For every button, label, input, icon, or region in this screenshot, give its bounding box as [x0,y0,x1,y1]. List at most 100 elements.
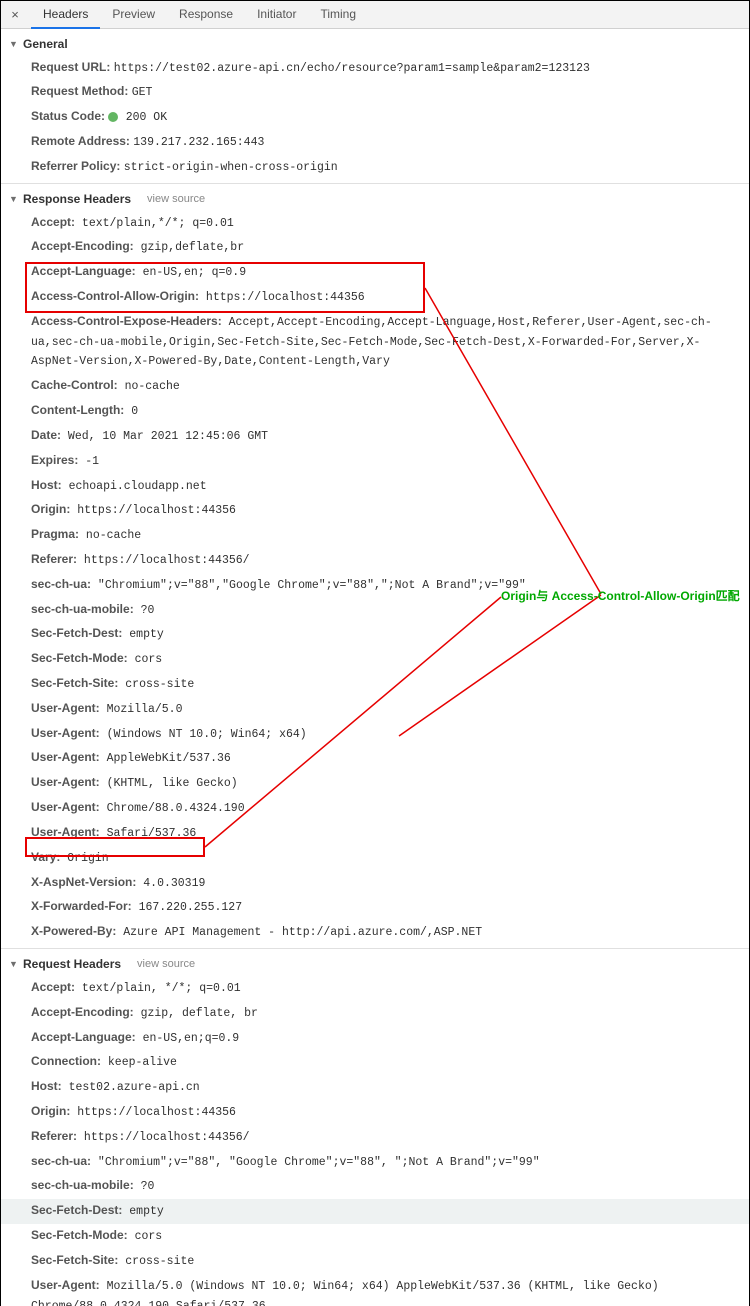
response-header-value: Mozilla/5.0 [100,703,183,716]
view-source-link[interactable]: view source [137,958,195,970]
request-header-row: Accept-Language: en-US,en;q=0.9 [1,1025,749,1050]
response-header-row: Accept-Encoding: gzip,deflate,br [1,235,749,260]
status-code-label: Status Code: [31,109,105,123]
close-icon[interactable]: × [7,7,23,23]
request-headers-section: ▼ Request Headers view source Accept: te… [1,949,749,1306]
response-header-row: Sec-Fetch-Site: cross-site [1,672,749,697]
request-header-row: sec-ch-ua-mobile: ?0 [1,1174,749,1199]
response-header-row: User-Agent: Safari/537.36 [1,820,749,845]
request-headers-title: Request Headers [23,957,121,971]
referrer-policy-row: Referrer Policy: strict-origin-when-cros… [1,154,749,179]
response-header-row: Access-Control-Allow-Origin: https://loc… [1,285,749,310]
request-header-label: sec-ch-ua-mobile: [31,1178,134,1192]
request-header-value: cors [128,1230,163,1243]
response-headers-section: ▼ Response Headers view source Accept: t… [1,184,749,949]
response-header-row: User-Agent: (Windows NT 10.0; Win64; x64… [1,721,749,746]
response-header-label: X-Forwarded-For: [31,899,132,913]
response-header-label: X-AspNet-Version: [31,875,136,889]
response-header-row: User-Agent: Mozilla/5.0 [1,696,749,721]
response-header-label: Sec-Fetch-Mode: [31,651,128,665]
status-ok-icon [108,112,118,122]
response-header-value: Azure API Management - http://api.azure.… [116,926,482,939]
response-header-value: cors [128,653,163,666]
request-header-label: Connection: [31,1054,101,1068]
request-header-value: "Chromium";v="88", "Google Chrome";v="88… [91,1156,540,1169]
response-header-value: Wed, 10 Mar 2021 12:45:06 GMT [61,430,268,443]
request-method-label: Request Method: [31,84,128,98]
general-header[interactable]: ▼ General [1,33,749,55]
chevron-down-icon: ▼ [9,39,19,49]
annotation-text: Origin与 Access-Control-Allow-Origin匹配 [501,587,740,604]
response-header-row: X-AspNet-Version: 4.0.30319 [1,870,749,895]
request-header-label: Origin: [31,1104,70,1118]
response-header-row: Content-Length: 0 [1,399,749,424]
response-header-label: Referer: [31,552,77,566]
request-header-value: test02.azure-api.cn [62,1081,200,1094]
request-header-value: text/plain, */*; q=0.01 [75,982,241,995]
response-header-value: 167.220.255.127 [132,901,242,914]
response-header-label: Origin: [31,502,70,516]
response-header-value: 0 [124,405,138,418]
tab-initiator[interactable]: Initiator [245,1,308,29]
response-header-value: echoapi.cloudapp.net [62,480,207,493]
response-header-label: sec-ch-ua: [31,577,91,591]
request-header-value: ?0 [134,1180,155,1193]
general-section: ▼ General Request URL: https://test02.az… [1,29,749,184]
response-header-row: Accept: text/plain,*/*; q=0.01 [1,210,749,235]
request-header-row: Accept-Encoding: gzip, deflate, br [1,1000,749,1025]
response-header-row: Accept-Language: en-US,en; q=0.9 [1,260,749,285]
response-header-label: Date: [31,428,61,442]
response-header-label: sec-ch-ua-mobile: [31,602,134,616]
response-header-row: Cache-Control: no-cache [1,374,749,399]
tab-headers[interactable]: Headers [31,1,100,29]
request-header-value: Mozilla/5.0 (Windows NT 10.0; Win64; x64… [31,1280,659,1306]
response-header-value: Safari/537.36 [100,827,197,840]
referrer-policy-label: Referrer Policy: [31,159,120,173]
request-header-value: empty [122,1205,163,1218]
response-header-label: Accept-Encoding: [31,239,134,253]
response-header-value: 4.0.30319 [136,877,205,890]
response-header-row: Host: echoapi.cloudapp.net [1,473,749,498]
referrer-policy-value: strict-origin-when-cross-origin [124,161,338,174]
response-header-label: Accept-Language: [31,264,136,278]
response-header-row: User-Agent: (KHTML, like Gecko) [1,771,749,796]
tab-response[interactable]: Response [167,1,245,29]
response-header-row: Date: Wed, 10 Mar 2021 12:45:06 GMT [1,423,749,448]
request-header-label: User-Agent: [31,1278,100,1292]
tab-preview[interactable]: Preview [100,1,167,29]
status-code-value: 200 OK [126,111,167,124]
response-header-label: User-Agent: [31,750,100,764]
response-header-value: https://localhost:44356 [199,291,365,304]
response-header-value: en-US,en; q=0.9 [136,266,246,279]
request-header-label: Accept-Language: [31,1030,136,1044]
response-headers-header[interactable]: ▼ Response Headers view source [1,188,749,210]
devtools-tabs: × HeadersPreviewResponseInitiatorTiming [1,1,749,29]
response-header-value: (KHTML, like Gecko) [100,777,238,790]
request-header-row: Sec-Fetch-Mode: cors [1,1224,749,1249]
request-header-row: Connection: keep-alive [1,1050,749,1075]
response-header-row: Pragma: no-cache [1,523,749,548]
request-header-row: Host: test02.azure-api.cn [1,1075,749,1100]
request-header-row: Origin: https://localhost:44356 [1,1100,749,1125]
response-header-row: Referer: https://localhost:44356/ [1,547,749,572]
response-header-label: Content-Length: [31,403,124,417]
request-header-value: cross-site [118,1255,194,1268]
view-source-link[interactable]: view source [147,193,205,205]
request-headers-header[interactable]: ▼ Request Headers view source [1,953,749,975]
response-header-label: X-Powered-By: [31,924,116,938]
response-header-row: Sec-Fetch-Dest: empty [1,622,749,647]
request-header-label: Sec-Fetch-Dest: [31,1203,122,1217]
response-header-value: "Chromium";v="88","Google Chrome";v="88"… [91,579,526,592]
request-header-row: Referer: https://localhost:44356/ [1,1124,749,1149]
request-header-label: Sec-Fetch-Mode: [31,1228,128,1242]
tab-timing[interactable]: Timing [308,1,368,29]
response-header-value: gzip,deflate,br [134,241,244,254]
response-header-label: User-Agent: [31,800,100,814]
response-header-label: User-Agent: [31,726,100,740]
response-header-value: no-cache [79,529,141,542]
response-header-row: Access-Control-Expose-Headers: Accept,Ac… [1,309,749,373]
response-header-label: User-Agent: [31,775,100,789]
request-header-value: https://localhost:44356/ [77,1131,250,1144]
request-header-row: User-Agent: Mozilla/5.0 (Windows NT 10.0… [1,1273,749,1306]
response-header-label: Sec-Fetch-Site: [31,676,118,690]
